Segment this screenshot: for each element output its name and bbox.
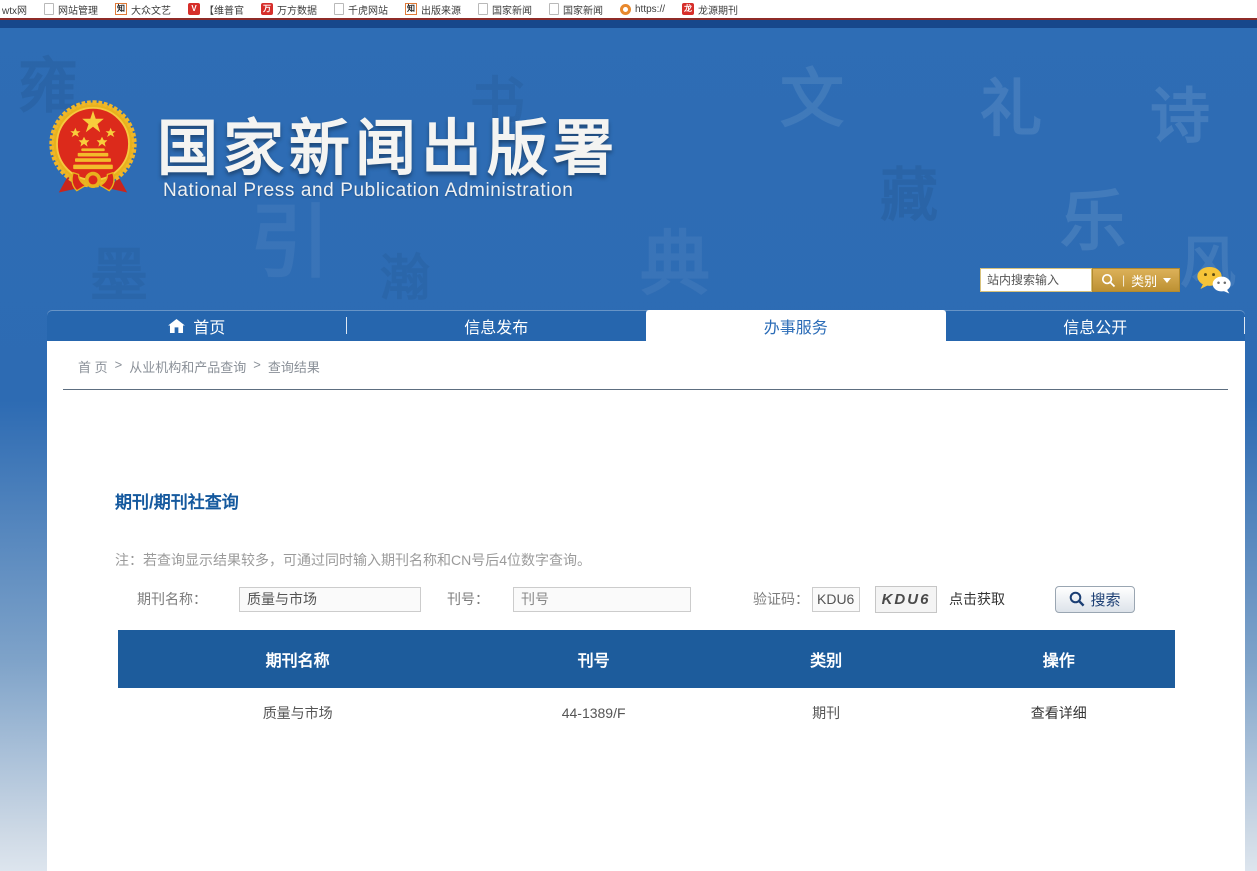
divider: | — [1122, 273, 1125, 287]
table-row: 质量与市场 44-1389/F 期刊 查看详细 — [118, 688, 1175, 738]
bookmark-item[interactable]: 龙龙源期刊 — [682, 2, 738, 17]
header-journal-name: 期刊名称 — [118, 647, 477, 671]
home-icon — [168, 319, 185, 333]
breadcrumb-divider — [63, 389, 1228, 390]
search-button[interactable]: 搜索 — [1055, 586, 1135, 613]
page-icon — [334, 3, 344, 15]
search-icon — [1069, 591, 1085, 607]
view-detail-link[interactable]: 查看详细 — [942, 703, 1175, 723]
bookmark-item[interactable]: wtx网 — [2, 2, 27, 17]
cell-journal-name: 质量与市场 — [118, 703, 477, 723]
nav-tab-home[interactable]: 首页 — [47, 310, 347, 341]
site-subtitle: National Press and Publication Administr… — [163, 180, 573, 202]
header-issn: 刊号 — [477, 647, 710, 671]
orange-ring-icon — [620, 4, 631, 15]
breadcrumb-separator: > — [253, 357, 261, 376]
breadcrumb-separator: > — [115, 357, 123, 376]
content-panel: 首 页 > 从业机构和产品查询 > 查询结果 期刊/期刊社查询 注：若查询显示结… — [47, 341, 1245, 871]
captcha-input[interactable] — [812, 587, 860, 612]
journal-name-input[interactable] — [239, 587, 421, 612]
cell-issn: 44-1389/F — [477, 705, 710, 721]
bookmark-item[interactable]: 国家新闻 — [549, 2, 603, 17]
captcha-refresh-link[interactable]: 点击获取 — [949, 589, 1005, 609]
results-table: 期刊名称 刊号 类别 操作 质量与市场 44-1389/F 期刊 查看详细 — [118, 630, 1175, 738]
page-icon — [44, 3, 54, 15]
issn-input[interactable] — [513, 587, 691, 612]
breadcrumb-query[interactable]: 从业机构和产品查询 — [129, 357, 246, 376]
site-banner: 国家新闻出版署 National Press and Publication A… — [0, 28, 1257, 310]
cell-category: 期刊 — [710, 703, 943, 723]
bookmark-item[interactable]: 千虎网站 — [334, 2, 388, 17]
site-title: 国家新闻出版署 — [157, 98, 619, 187]
page-icon — [478, 3, 488, 15]
search-icon — [1101, 273, 1116, 288]
bookmark-item[interactable]: 知出版来源 — [405, 2, 461, 17]
wechat-icon[interactable] — [1196, 265, 1232, 295]
bookmark-item[interactable]: 知大众文艺 — [115, 2, 171, 17]
breadcrumb-home[interactable]: 首 页 — [78, 357, 108, 376]
nav-tab-info-disclosure[interactable]: 信息公开 — [946, 310, 1246, 341]
breadcrumb: 首 页 > 从业机构和产品查询 > 查询结果 — [78, 357, 320, 376]
issn-label: 刊号： — [447, 589, 489, 609]
main-nav: 首页 信息发布 办事服务 信息公开 — [47, 310, 1245, 341]
nav-tab-info-release[interactable]: 信息发布 — [347, 310, 647, 341]
breadcrumb-result: 查询结果 — [268, 357, 320, 376]
query-note: 注：若查询显示结果较多，可通过同时输入期刊名称和CN号后4位数字查询。 — [115, 550, 591, 570]
red-long-icon: 龙 — [682, 3, 694, 15]
bookmark-item[interactable]: V【维普官 — [188, 2, 244, 17]
divider — [1244, 317, 1245, 334]
captcha-image[interactable]: KDU6 — [875, 586, 937, 613]
national-emblem-logo — [48, 96, 138, 208]
red-v-icon: V — [188, 3, 200, 15]
bookmark-item[interactable]: 网站管理 — [44, 2, 98, 17]
captcha-label: 验证码： — [753, 589, 809, 609]
bookmark-item[interactable]: 万万方数据 — [261, 2, 317, 17]
header-action: 操作 — [942, 647, 1175, 671]
page: wtx网 网站管理 知大众文艺 V【维普官 万万方数据 千虎网站 知出版来源 国… — [0, 0, 1257, 871]
site-search-button[interactable]: | 类别 — [1092, 268, 1180, 292]
table-header-row: 期刊名称 刊号 类别 操作 — [118, 630, 1175, 688]
zhihu-icon: 知 — [405, 3, 417, 15]
search-category-label[interactable]: 类别 — [1131, 271, 1157, 290]
site-search-input[interactable] — [980, 268, 1092, 292]
browser-bookmarks-bar: wtx网 网站管理 知大众文艺 V【维普官 万万方数据 千虎网站 知出版来源 国… — [0, 0, 1257, 18]
query-form: 期刊名称： 刊号： 验证码： KDU6 点击获取 搜索 — [47, 584, 1245, 614]
zhihu-icon: 知 — [115, 3, 127, 15]
chevron-down-icon — [1163, 278, 1171, 283]
red-wanfang-icon: 万 — [261, 3, 273, 15]
journal-name-label: 期刊名称： — [137, 589, 207, 609]
nav-tab-services[interactable]: 办事服务 — [646, 310, 946, 341]
bookmark-item[interactable]: https:// — [620, 4, 665, 15]
page-title: 期刊/期刊社查询 — [115, 488, 239, 513]
top-navy-band — [0, 20, 1257, 28]
page-icon — [549, 3, 559, 15]
site-search-area: | 类别 — [980, 268, 1180, 292]
header-category: 类别 — [710, 647, 943, 671]
bookmark-item[interactable]: 国家新闻 — [478, 2, 532, 17]
